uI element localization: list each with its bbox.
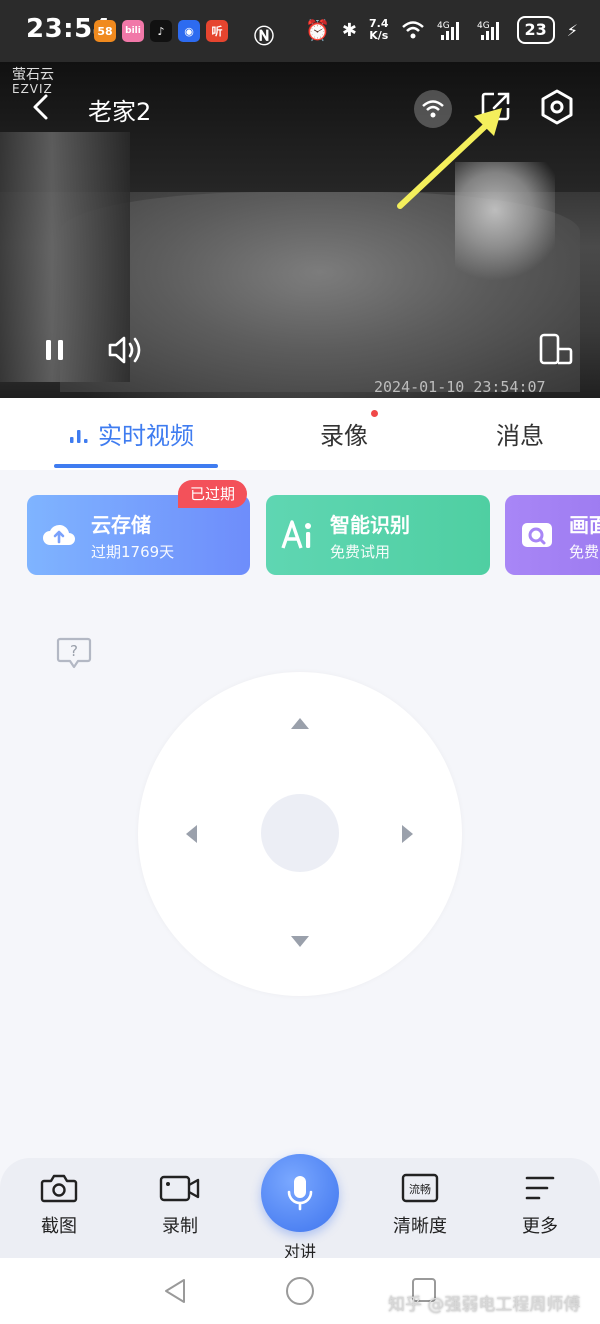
ptz-up-arrow-icon[interactable] — [291, 718, 309, 729]
app-blue-icon: ◉ — [178, 20, 200, 42]
svg-text:4G: 4G — [477, 21, 490, 31]
ptz-center-button[interactable] — [261, 794, 339, 872]
app-listen-icon: 听 — [206, 20, 228, 42]
svg-text:4G: 4G — [437, 21, 450, 31]
ptz-control-pad[interactable] — [138, 672, 462, 996]
tab-active-indicator — [54, 464, 218, 468]
app-tiktok-icon: ♪ — [150, 20, 172, 42]
status-app-icons: 58 bili ♪ ◉ 听 — [94, 20, 228, 42]
wifi-status-icon — [401, 21, 424, 39]
live-video-player[interactable]: 萤石云 EZVIZ 老家2 2024-01-10 23:54:07 — [0, 62, 600, 398]
smart-recognition-card[interactable]: 智能识别 免费试用 — [266, 495, 490, 575]
tab-bar: 实时视频 录像 消息 — [0, 398, 600, 470]
video-camera-icon — [159, 1175, 200, 1202]
microphone-icon — [287, 1176, 313, 1211]
volume-icon[interactable] — [106, 334, 144, 366]
live-bars-icon — [70, 429, 88, 443]
expired-badge: 已过期 — [178, 480, 248, 508]
cloud-upload-icon — [43, 524, 75, 545]
service-cards: 云存储 过期1769天 已过期 智能识别 免费试用 画面 免费 — [0, 480, 600, 580]
video-timestamp: 2024-01-10 23:54:07 — [374, 378, 546, 396]
signal-4g-1-icon: 4G — [437, 21, 459, 40]
more-button[interactable]: 更多 — [500, 1172, 580, 1238]
tab-recording[interactable]: 录像 — [320, 416, 368, 451]
ptz-left-arrow-icon[interactable] — [186, 825, 197, 843]
clarity-badge-icon: 流畅 — [401, 1173, 439, 1203]
clarity-button[interactable]: 流畅 清晰度 — [380, 1172, 460, 1238]
svg-text:?: ? — [70, 642, 78, 660]
charging-icon: ⚡ — [566, 20, 578, 40]
pause-icon[interactable] — [44, 338, 66, 362]
settings-icon[interactable] — [538, 88, 576, 126]
app-58-icon: 58 — [94, 20, 116, 42]
net-speed: 7.4 K/s — [369, 17, 389, 42]
camera-icon — [40, 1174, 78, 1203]
annotation-arrow — [397, 108, 502, 209]
watermark-text: 知乎 @强弱电工程周师傅 — [388, 1295, 581, 1315]
talk-button[interactable] — [261, 1154, 339, 1232]
ai-icon — [281, 520, 311, 549]
record-button[interactable]: 录制 — [140, 1172, 220, 1238]
status-bar: 23:54 58 bili ♪ ◉ 听 Ⓝ ⏰ ✱ 7.4 K/s 4G 4G … — [0, 0, 600, 62]
rotate-screen-icon[interactable] — [538, 332, 574, 366]
nav-back-icon[interactable] — [162, 1278, 188, 1304]
app-bilibili-icon: bili — [122, 20, 144, 42]
ptz-down-arrow-icon[interactable] — [291, 936, 309, 947]
back-icon[interactable] — [28, 92, 54, 122]
bluetooth-icon: ✱ — [341, 19, 357, 41]
recording-notification-dot — [371, 410, 378, 417]
device-title: 老家2 — [88, 98, 152, 126]
screen-service-card[interactable]: 画面 免费 — [505, 495, 600, 575]
ptz-right-arrow-icon[interactable] — [402, 825, 413, 843]
screen-search-icon — [522, 523, 552, 547]
nfc-icon: Ⓝ — [254, 24, 274, 48]
tab-live-video[interactable]: 实时视频 — [68, 416, 194, 451]
help-icon[interactable]: ? — [56, 636, 92, 670]
battery-indicator: 23 — [516, 16, 555, 44]
menu-lines-icon — [525, 1176, 555, 1200]
screenshot-button[interactable]: 截图 — [19, 1172, 99, 1238]
tab-messages[interactable]: 消息 — [496, 416, 544, 451]
clarity-badge-text: 流畅 — [409, 1182, 431, 1196]
nav-home-icon[interactable] — [286, 1277, 314, 1305]
alarm-icon: ⏰ — [305, 18, 330, 42]
signal-4g-2-icon: 4G — [477, 21, 499, 40]
